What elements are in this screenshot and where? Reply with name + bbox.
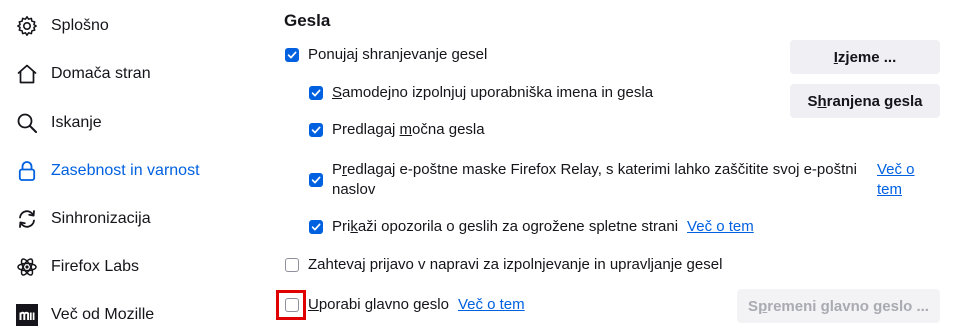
sidebar-item-label: Več od Mozille xyxy=(51,306,155,323)
suggest-strong-passwords-row: Predlagaj močna gesla xyxy=(309,120,485,140)
offer-save-passwords-label[interactable]: Ponujaj shranjevanje gesel xyxy=(308,45,487,65)
sidebar-item-privacy-security[interactable]: Zasebnost in varnost xyxy=(16,155,200,187)
sidebar-item-more-from-mozilla[interactable]: Več od Mozille xyxy=(16,299,154,329)
home-icon xyxy=(16,63,38,85)
highlight-box xyxy=(276,290,306,320)
accesskey: m xyxy=(399,121,413,138)
exceptions-button[interactable]: Izjeme ... xyxy=(790,40,940,74)
breach-alerts-label[interactable]: Prikaži opozorila o geslih za ogrožene s… xyxy=(332,217,678,237)
checkmark-icon xyxy=(311,126,321,134)
checkmark-icon xyxy=(311,176,321,184)
accesskey: k xyxy=(350,218,358,235)
relay-masks-label-line1: Predlagaj e-poštne maske Firefox Relay, … xyxy=(332,160,857,180)
checkmark-icon xyxy=(311,89,321,97)
mozilla-icon xyxy=(16,304,38,326)
preferences-page: Splošno Domača stran Iskanje Zasebnost i… xyxy=(0,0,967,329)
label-part: očna gesla xyxy=(412,121,485,138)
label-part: S xyxy=(807,92,818,110)
relay-masks-checkbox[interactable] xyxy=(309,173,323,187)
label-part: porabi glavno geslo xyxy=(318,296,449,313)
breach-alerts-row: Prikaži opozorila o geslih za ogrožene s… xyxy=(309,217,754,237)
flask-icon xyxy=(16,256,38,278)
search-icon xyxy=(16,112,38,134)
change-primary-password-button[interactable]: Sp remeni glavno geslo ... xyxy=(737,289,940,323)
label-part: ranjena gesla xyxy=(826,92,923,110)
lock-icon xyxy=(16,160,38,182)
relay-masks-label[interactable]: Predlagaj e-poštne maske Firefox Relay, … xyxy=(332,160,857,200)
autofill-logins-label[interactable]: Samodejno izpolnjuj uporabniška imena in… xyxy=(332,83,653,103)
relay-masks-label-line2: naslov xyxy=(332,181,376,198)
checkmark-icon xyxy=(287,51,297,59)
primary-password-learn-more-link[interactable]: Več o tem xyxy=(458,295,525,315)
breach-learn-more-link[interactable]: Več o tem xyxy=(687,217,754,237)
breach-alerts-checkbox[interactable] xyxy=(309,220,323,234)
suggest-strong-passwords-checkbox[interactable] xyxy=(309,123,323,137)
section-title-passwords: Gesla xyxy=(284,11,331,30)
label-part: edlagaj e-poštne maske Firefox Relay, s … xyxy=(347,161,857,178)
label-part: remeni glavno geslo ... xyxy=(767,297,929,315)
autofill-logins-checkbox[interactable] xyxy=(309,86,323,100)
label-part: amodejno izpolnjuj uporabniška imena in … xyxy=(342,84,654,101)
label-part: S xyxy=(748,297,759,315)
sidebar-item-label: Domača stran xyxy=(51,65,151,82)
relay-masks-row xyxy=(309,170,332,187)
sidebar-item-sync[interactable]: Sinhronizacija xyxy=(16,203,151,235)
sidebar-item-general[interactable]: Splošno xyxy=(16,10,109,42)
sidebar: Splošno Domača stran Iskanje Zasebnost i… xyxy=(0,0,260,329)
link-line: tem xyxy=(877,181,903,198)
sidebar-item-label: Zasebnost in varnost xyxy=(51,162,200,179)
sidebar-item-firefox-labs[interactable]: Firefox Labs xyxy=(16,251,139,283)
suggest-strong-passwords-label[interactable]: Predlagaj močna gesla xyxy=(332,120,485,140)
gear-icon xyxy=(16,15,38,37)
offer-save-passwords-row: Ponujaj shranjevanje gesel xyxy=(285,45,487,65)
label-part: Pri xyxy=(332,218,351,235)
saved-passwords-button[interactable]: Sh ranjena gesla xyxy=(790,84,940,118)
sidebar-item-label: Firefox Labs xyxy=(51,258,140,275)
require-os-auth-checkbox[interactable] xyxy=(285,258,299,272)
sidebar-item-home[interactable]: Domača stran xyxy=(16,58,151,90)
link-line: Več o xyxy=(877,161,915,178)
label-part: P xyxy=(332,161,343,178)
accesskey: p xyxy=(758,297,768,315)
offer-save-passwords-checkbox[interactable] xyxy=(285,48,299,62)
accesskey: S xyxy=(332,84,343,101)
autofill-logins-row: Samodejno izpolnjuj uporabniška imena in… xyxy=(309,83,653,103)
label-part: aj shranjevanje gesel xyxy=(346,46,488,63)
sidebar-item-label: Splošno xyxy=(51,17,109,34)
require-os-auth-row: Zahtevaj prijavo v napravi za izpolnjeva… xyxy=(285,255,722,275)
sync-icon xyxy=(16,208,38,230)
checkmark-icon xyxy=(311,223,321,231)
sidebar-item-label: Sinhronizacija xyxy=(51,210,151,227)
sidebar-item-label: Iskanje xyxy=(51,114,102,131)
label-part: Predlagaj xyxy=(332,121,400,138)
primary-password-label[interactable]: Uporabi glavno geslo xyxy=(308,295,449,315)
label-part: aži opozorila o geslih za ogrožene splet… xyxy=(357,218,679,235)
sidebar-item-search[interactable]: Iskanje xyxy=(16,107,102,139)
primary-password-row: Uporabi glavno geslo Več o tem xyxy=(285,295,525,315)
label-part: zjeme ... xyxy=(837,48,897,66)
require-os-auth-label[interactable]: Zahtevaj prijavo v napravi za izpolnjeva… xyxy=(308,255,722,275)
accesskey: U xyxy=(308,296,319,313)
label-part: Ponu xyxy=(308,46,344,63)
relay-learn-more-link[interactable]: Več o tem xyxy=(868,160,915,200)
accesskey: h xyxy=(817,92,827,110)
